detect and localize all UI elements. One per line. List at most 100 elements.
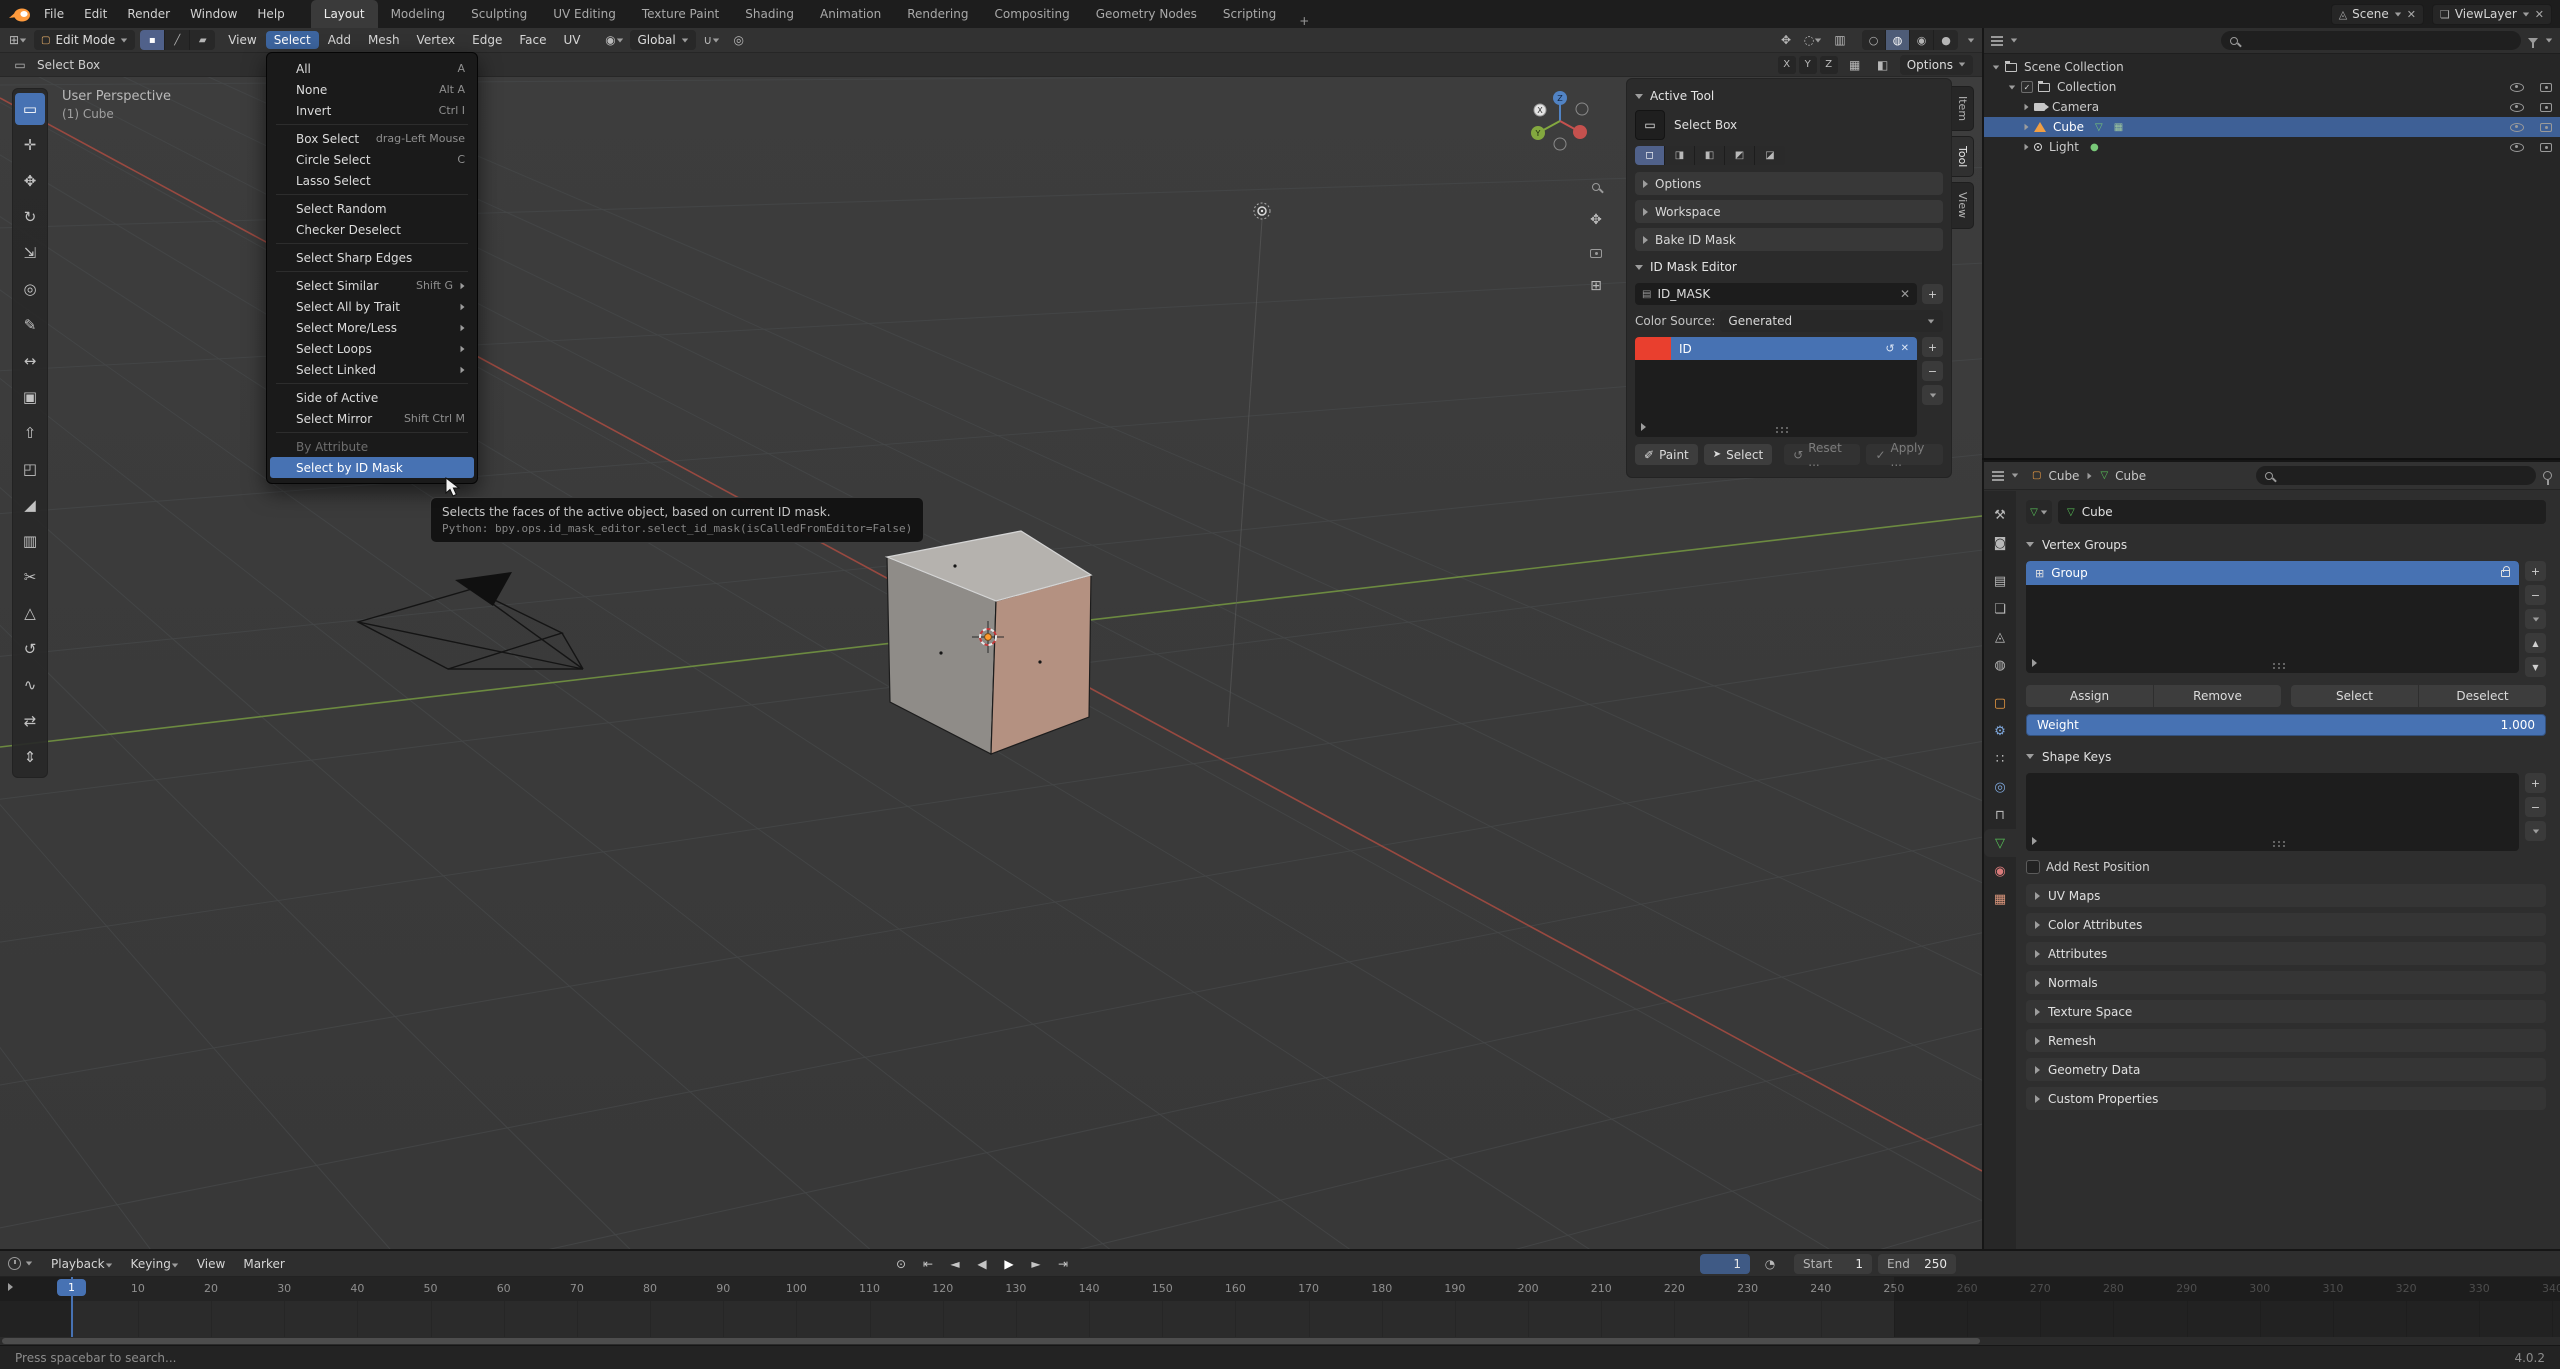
light-object[interactable] [1228, 203, 1270, 727]
material-shading-button[interactable]: ◉ [1910, 30, 1934, 50]
timeline-menu-marker[interactable]: Marker [235, 1255, 292, 1273]
jump-to-start-button[interactable]: ⇤ [917, 1255, 939, 1274]
cursor-tool[interactable]: ✛ [15, 129, 45, 161]
mode-intersect-button[interactable]: ◪ [1755, 146, 1785, 165]
menu-item-circle-select[interactable]: Circle SelectC [270, 149, 474, 170]
workspace-tab-uv-editing[interactable]: UV Editing [540, 0, 629, 28]
navigation-gizmo[interactable]: Z Y X [1522, 83, 1598, 159]
gizmos-toggle-icon[interactable]: ✥ [1775, 30, 1797, 50]
play-button[interactable]: ▶ [998, 1255, 1020, 1274]
add-workspace-button[interactable]: + [1289, 14, 1319, 28]
outliner-row-scene-collection[interactable]: Scene Collection [1984, 57, 2560, 77]
mirror-x-toggle[interactable]: X [1778, 56, 1796, 74]
hide-in-viewport-icon[interactable] [2510, 143, 2524, 152]
remove-viewlayer-icon[interactable]: ✕ [2535, 8, 2544, 21]
smooth-tool[interactable]: ∿ [15, 669, 45, 701]
constraints-tab[interactable]: ⊓ [1984, 801, 2016, 829]
mesh-name-field[interactable]: ▽ Cube [2058, 500, 2546, 524]
poly-build-tool[interactable]: △ [15, 597, 45, 629]
scale-tool[interactable]: ⇲ [15, 237, 45, 269]
tool-tab[interactable]: ⚒ [1984, 501, 2016, 529]
pan-hand-icon[interactable]: ✥ [1586, 210, 1606, 230]
menu-help[interactable]: Help [247, 3, 294, 25]
viewport-menu-face[interactable]: Face [511, 31, 554, 49]
shape-keys-list[interactable] [2026, 773, 2519, 851]
inset-faces-tool[interactable]: ◰ [15, 453, 45, 485]
outliner-row-collection[interactable]: ✓Collection [1984, 77, 2560, 97]
mode-dropdown[interactable]: ▢ Edit Mode [34, 30, 135, 50]
mode-invert-button[interactable]: ◩ [1725, 146, 1755, 165]
hide-in-viewport-icon[interactable] [2510, 123, 2524, 132]
outliner-row-cube[interactable]: Cube▽▦ [1984, 117, 2560, 137]
current-frame-field[interactable]: 1 [1700, 1254, 1750, 1274]
list-expander-icon[interactable] [1641, 423, 1646, 431]
menu-item-invert[interactable]: InvertCtrl I [270, 100, 474, 121]
workspace-tab-animation[interactable]: Animation [807, 0, 894, 28]
list-expander-icon[interactable] [2032, 837, 2037, 845]
id-mask-editor-header[interactable]: ID Mask Editor [1635, 256, 1943, 278]
panel-header-color-attributes[interactable]: Color Attributes [2026, 913, 2546, 936]
menu-render[interactable]: Render [117, 3, 180, 25]
playhead[interactable]: 1 [71, 1277, 73, 1337]
shape-keys-panel-header[interactable]: Shape Keys [2026, 745, 2546, 768]
pin-icon[interactable] [2543, 471, 2552, 480]
mask-color-swatch[interactable] [1635, 337, 1671, 360]
disable-in-render-icon[interactable] [2540, 143, 2552, 152]
menu-item-select-all-by-trait[interactable]: Select All by Trait [270, 296, 474, 317]
panel-header-bake-id-mask[interactable]: Bake ID Mask [1635, 228, 1943, 251]
expander-icon[interactable] [1993, 65, 1999, 69]
assign-button[interactable]: Assign [2026, 685, 2153, 707]
add-cube-tool[interactable]: ▣ [15, 381, 45, 413]
hide-in-viewport-icon[interactable] [2510, 103, 2524, 112]
play-reverse-button[interactable]: ◀ [971, 1255, 993, 1274]
collection-checkbox[interactable]: ✓ [2021, 81, 2033, 93]
move-tool[interactable]: ✥ [15, 165, 45, 197]
weight-slider[interactable]: Weight 1.000 [2026, 714, 2546, 736]
menu-item-select-linked[interactable]: Select Linked [270, 359, 474, 380]
select-mask-button[interactable]: ➤ Select [1704, 444, 1772, 465]
toggle-orthographic-icon[interactable]: ⊞ [1586, 276, 1606, 296]
snapping-options-icon[interactable]: ▦ [1844, 55, 1866, 75]
camera-view-icon[interactable] [1586, 243, 1606, 263]
menu-item-select-sharp-edges[interactable]: Select Sharp Edges [270, 247, 474, 268]
timeline-scrollbar[interactable] [2, 1338, 1980, 1344]
timeline-menu-keying[interactable]: Keying [123, 1255, 187, 1273]
workspace-tab-scripting[interactable]: Scripting [1210, 0, 1289, 28]
menu-item-select-by-id-mask[interactable]: Select by ID Mask [270, 457, 474, 478]
vertex-group-row[interactable]: ⊞ Group [2026, 561, 2519, 585]
menu-item-select-more-less[interactable]: Select More/Less [270, 317, 474, 338]
sidebar-tab-tool[interactable]: Tool [1952, 136, 1974, 177]
menu-item-select-loops[interactable]: Select Loops [270, 338, 474, 359]
jump-to-prev-keyframe-button[interactable]: ◄ [944, 1255, 966, 1274]
edge-slide-tool[interactable]: ⇄ [15, 705, 45, 737]
properties-search-input[interactable] [2256, 466, 2536, 485]
select-box-tool[interactable]: ▭ [15, 93, 45, 125]
disable-in-render-icon[interactable] [2540, 83, 2552, 92]
add-mask-item-button[interactable]: + [1922, 337, 1943, 357]
viewport-menu-select[interactable]: Select [266, 31, 319, 49]
new-id-mask-button[interactable]: + [1922, 284, 1943, 304]
panel-header-workspace[interactable]: Workspace [1635, 200, 1943, 223]
jump-to-next-keyframe-button[interactable]: ► [1025, 1255, 1047, 1274]
add-shape-key-button[interactable]: + [2525, 773, 2546, 793]
move-group-up-button[interactable]: ▲ [2525, 633, 2546, 653]
pivot-point-dropdown[interactable]: ◉ [603, 30, 625, 50]
close-icon[interactable]: ✕ [1900, 287, 1910, 301]
bevel-tool[interactable]: ◢ [15, 489, 45, 521]
panel-header-normals[interactable]: Normals [2026, 971, 2546, 994]
viewport-menu-mesh[interactable]: Mesh [360, 31, 408, 49]
hide-in-viewport-icon[interactable] [2510, 83, 2524, 92]
menu-item-all[interactable]: AllA [270, 58, 474, 79]
render-tab[interactable]: ◙ [1984, 529, 2016, 557]
mirror-z-toggle[interactable]: Z [1820, 56, 1838, 74]
deselect-button[interactable]: Deselect [2419, 685, 2546, 707]
scene-selector[interactable]: ◬ Scene ✕ [2331, 4, 2424, 25]
panel-header-options[interactable]: Options [1635, 172, 1943, 195]
edge-select-button[interactable]: ╱ [165, 30, 190, 50]
face-select-button[interactable]: ▰ [190, 30, 215, 50]
mode-extend-button[interactable]: ◨ [1665, 146, 1695, 165]
breadcrumb-object[interactable]: Cube [2048, 469, 2079, 483]
close-icon[interactable]: ✕ [1901, 343, 1909, 354]
menu-item-select-random[interactable]: Select Random [270, 198, 474, 219]
panel-header-remesh[interactable]: Remesh [2026, 1029, 2546, 1052]
